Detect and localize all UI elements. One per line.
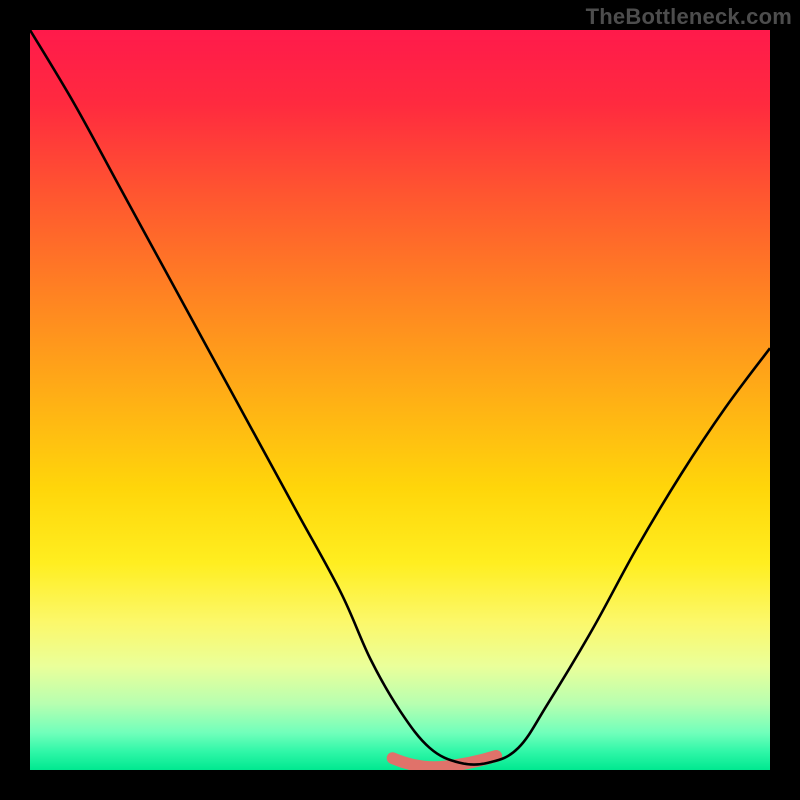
bottleneck-plot — [30, 30, 770, 770]
gradient-background — [30, 30, 770, 770]
chart-frame: TheBottleneck.com — [0, 0, 800, 800]
watermark-text: TheBottleneck.com — [586, 4, 792, 30]
